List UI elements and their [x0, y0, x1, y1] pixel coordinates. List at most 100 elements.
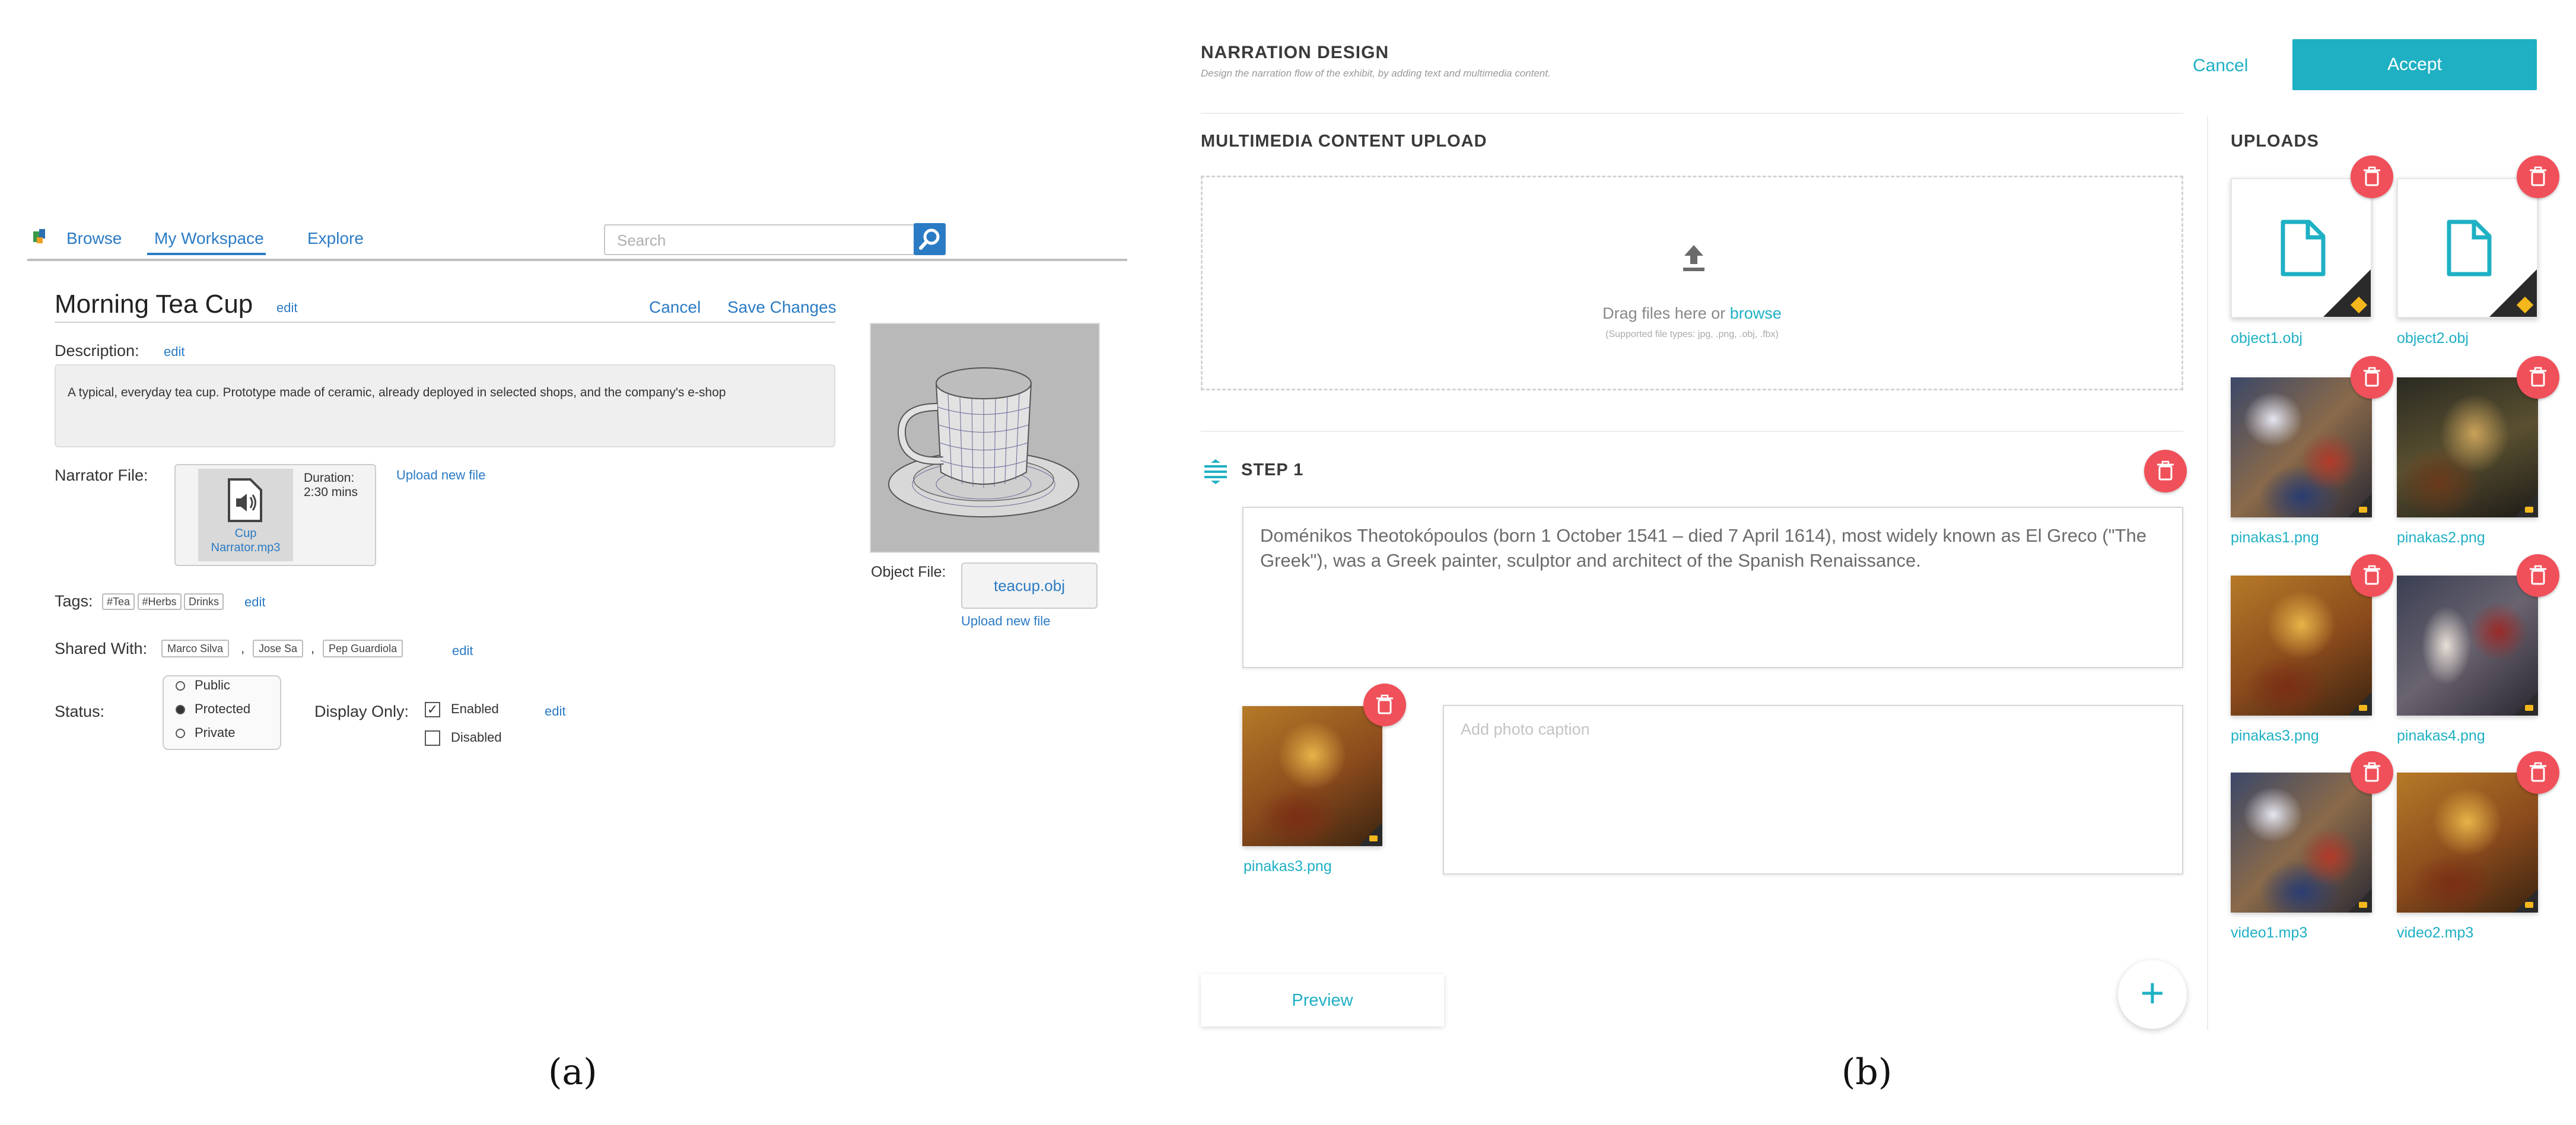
delete-upload-button[interactable] [2351, 155, 2393, 198]
separator-comma: , [241, 641, 245, 656]
cancel-button[interactable]: Cancel [2193, 56, 2248, 76]
tags-label: Tags: [55, 592, 93, 610]
trash-icon [1376, 694, 1393, 714]
search-input[interactable]: Search [604, 224, 915, 255]
status-option-private[interactable]: Private [176, 725, 235, 741]
status-option-public[interactable]: Public [176, 678, 230, 693]
trash-icon [2530, 166, 2546, 186]
nav-tab-browse[interactable]: Browse [66, 229, 122, 248]
image-badge-icon [1359, 822, 1382, 846]
delete-upload-button[interactable] [2517, 751, 2559, 794]
nav-tab-explore[interactable]: Explore [307, 229, 364, 248]
upload-file-name: pinakas1.png [2231, 529, 2319, 546]
image-badge-icon [2514, 494, 2538, 517]
narration-title: NARRATION DESIGN [1201, 43, 1389, 62]
image-badge-dot [2359, 507, 2367, 513]
figure-caption-b: (b) [1842, 1051, 1893, 1093]
search-icon [919, 228, 940, 250]
display-option-disabled[interactable]: Disabled [425, 730, 502, 746]
checkbox-checked-icon: ✓ [425, 702, 440, 718]
image-badge-dot [2525, 705, 2533, 711]
drag-handle-icon[interactable] [1202, 459, 1229, 484]
upload-file-name: pinakas2.png [2397, 529, 2485, 546]
video-camera-icon [2525, 902, 2533, 908]
status-radio-group: Public Protected Private [163, 675, 281, 750]
object-upload-link[interactable]: Upload new file [961, 614, 1050, 629]
photo-caption-input[interactable]: Add photo caption [1443, 705, 2183, 875]
uploads-divider [2207, 116, 2208, 1030]
video-badge-icon [2514, 889, 2538, 913]
delete-upload-button[interactable] [2517, 356, 2559, 399]
description-box[interactable]: A typical, everyday tea cup. Prototype m… [55, 364, 835, 447]
tag-list: #Tea #Herbs Drinks [102, 593, 224, 610]
figure-caption-a: (a) [548, 1051, 597, 1093]
active-tab-indicator [147, 253, 266, 255]
narrator-upload-link[interactable]: Upload new file [396, 468, 485, 483]
save-changes-link[interactable]: Save Changes [727, 298, 837, 317]
tags-edit-link[interactable]: edit [244, 595, 265, 610]
image-badge-dot [2359, 705, 2367, 711]
status-option-protected[interactable]: Protected [176, 701, 250, 717]
browse-link[interactable]: browse [1730, 304, 1782, 322]
object-badge-icon [2321, 267, 2371, 317]
delete-image-button[interactable] [1363, 684, 1406, 726]
step-text-area[interactable]: Doménikos Theotokópoulos (born 1 October… [1242, 507, 2183, 668]
section-divider [1201, 431, 2183, 432]
audio-file-tile[interactable]: Cup Narrator.mp3 [198, 469, 293, 561]
tag[interactable]: #Tea [102, 593, 135, 610]
upload-item-object[interactable] [2397, 178, 2538, 318]
file-dropzone[interactable]: Drag files here or browse (Supported fil… [1201, 176, 2183, 390]
upload-icon [1683, 245, 1704, 271]
tag[interactable]: Drinks [183, 593, 224, 610]
preview-button[interactable]: Preview [1201, 974, 1444, 1027]
video-camera-icon [2359, 902, 2367, 908]
display-option-enabled[interactable]: ✓ Enabled [425, 701, 499, 718]
display-only-label: Display Only: [314, 703, 409, 720]
image-badge-icon [2514, 692, 2538, 716]
delete-upload-button[interactable] [2351, 751, 2393, 794]
add-step-button[interactable]: + [2118, 960, 2187, 1029]
checkbox-icon [425, 730, 440, 746]
radio-selected-icon [176, 705, 185, 715]
shared-edit-link[interactable]: edit [452, 643, 473, 659]
upload-item-object[interactable] [2231, 178, 2372, 318]
delete-upload-button[interactable] [2517, 155, 2559, 198]
narrator-file-name-1: Cup [234, 527, 257, 540]
workspace-panel: Browse My Workspace Explore Search Morni… [0, 0, 1163, 1125]
step-title: STEP 1 [1241, 460, 1304, 479]
nav-tab-my-workspace[interactable]: My Workspace [154, 229, 264, 248]
display-edit-link[interactable]: edit [545, 704, 565, 719]
dropzone-text: Drag files here or browse [1602, 304, 1782, 322]
radio-icon [176, 729, 185, 739]
description-edit-link[interactable]: edit [164, 344, 185, 360]
separator-comma: , [311, 641, 315, 656]
title-edit-link[interactable]: edit [276, 300, 297, 316]
supported-types-text: (Supported file types: jpg, .png, .obj, … [1605, 329, 1779, 339]
image-badge-dot [2525, 507, 2533, 513]
trash-icon [2530, 762, 2546, 782]
accept-button[interactable]: Accept [2292, 39, 2537, 90]
delete-upload-button[interactable] [2351, 356, 2393, 399]
status-label: Status: [55, 703, 105, 720]
title-divider [55, 322, 835, 323]
trash-icon [2530, 565, 2546, 585]
shared-user-chip[interactable]: Jose Sa [253, 640, 304, 657]
trash-icon [2364, 565, 2380, 585]
trash-icon [2530, 367, 2546, 387]
page-title: Morning Tea Cup [55, 290, 253, 319]
cancel-link[interactable]: Cancel [649, 298, 701, 317]
object-preview[interactable] [870, 323, 1100, 553]
tag[interactable]: #Herbs [137, 593, 182, 610]
delete-upload-button[interactable] [2517, 554, 2559, 597]
step-image-thumbnail[interactable] [1242, 706, 1382, 846]
shared-user-chip[interactable]: Marco Silva [161, 640, 230, 657]
upload-section-heading: MULTIMEDIA CONTENT UPLOAD [1201, 132, 1487, 151]
delete-upload-button[interactable] [2351, 554, 2393, 597]
search-button[interactable] [914, 223, 946, 255]
shared-user-chip[interactable]: Pep Guardiola [323, 640, 403, 657]
step-image-name: pinakas3.png [1244, 858, 1332, 875]
object-file-label: Object File: [871, 564, 946, 580]
delete-step-button[interactable] [2144, 450, 2187, 492]
object-file-card[interactable]: teacup.obj [961, 562, 1098, 609]
upload-file-name: pinakas4.png [2397, 727, 2485, 744]
